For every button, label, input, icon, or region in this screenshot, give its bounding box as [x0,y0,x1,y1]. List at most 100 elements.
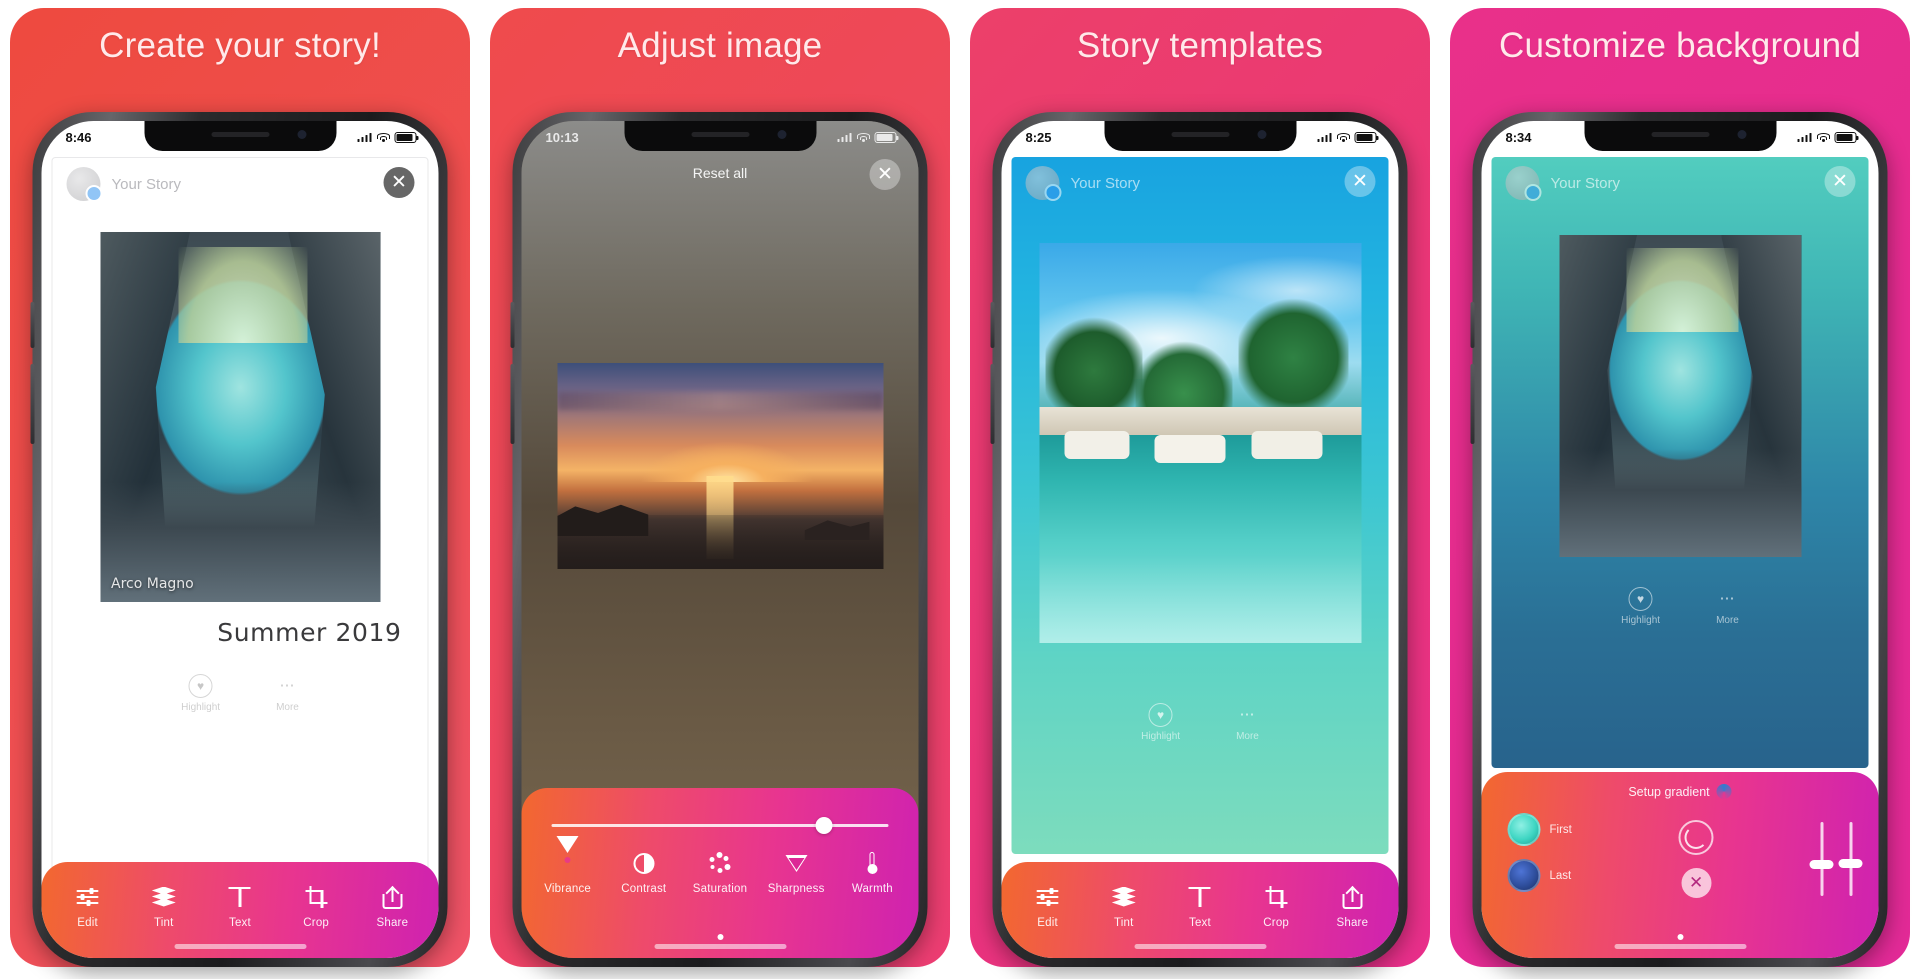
close-icon[interactable]: ✕ [1824,166,1856,197]
toolbar-item-text[interactable]: Text [209,884,271,929]
sliders-icon [76,884,99,910]
close-icon[interactable]: ✕ [1344,166,1376,197]
swatch-last[interactable] [1507,859,1541,892]
panel-title: Customize background [1499,26,1861,65]
toolbar-item-share[interactable]: Share [361,884,423,929]
home-indicator[interactable] [1614,944,1746,949]
vibrance-icon [556,836,579,876]
text-icon [1188,884,1211,910]
crop-icon [305,884,328,910]
notch [144,121,336,151]
more-button[interactable]: ⋯ More [1236,703,1259,742]
screenshot-gallery: Create your story! 8:46 Your Story ✕ Arc… [0,0,1920,979]
highlight-button[interactable]: ♥ Highlight [1141,703,1180,742]
status-time: 10:13 [545,130,579,145]
highlight-label: Highlight [181,702,221,713]
reset-all-button[interactable]: Reset all [522,165,919,181]
toolbar-label: Share [1336,917,1369,929]
battery-icon [874,132,899,143]
toolbar-label: Edit [77,917,98,929]
highlights-row: ♥ Highlight ⋯ More [53,674,428,713]
ellipsis-icon: ⋯ [1719,590,1736,607]
heart-icon: ♥ [1628,587,1653,611]
story-canvas[interactable]: Your Story ✕ ♥ Highlight ⋯ More [1491,157,1869,768]
more-button[interactable]: ⋯ More [1716,587,1739,626]
sliders-icon [1036,884,1059,910]
gradient-setup-panel: Setup gradient First Last ✕ [1481,772,1879,958]
avatar[interactable] [1025,166,1062,201]
adjust-item-saturation[interactable]: Saturation [689,850,751,895]
summer-text[interactable]: Summer 2019 [217,618,401,647]
wifi-icon [376,132,390,143]
heart-icon: ♥ [188,674,213,698]
highlights-row: ♥ Highlight ⋯ More [1492,587,1869,626]
toolbar-item-text[interactable]: Text [1169,884,1231,929]
gradient-slider-1[interactable] [1809,822,1834,896]
adjust-item-warmth[interactable]: Warmth [841,850,903,895]
adjust-slider-thumb[interactable] [815,817,833,834]
adjust-slider-track[interactable] [551,824,889,827]
swatch-first-row[interactable]: First [1507,813,1572,846]
photo-container[interactable] [522,363,919,569]
avatar[interactable] [1505,166,1542,201]
share-icon [382,884,403,910]
swatch-last-row[interactable]: Last [1507,859,1572,892]
toolbar-item-crop[interactable]: Crop [1245,884,1307,929]
swatch-last-label: Last [1549,869,1572,882]
close-circle-icon[interactable]: ✕ [1681,868,1712,898]
home-indicator[interactable] [174,944,306,949]
avatar[interactable] [66,167,103,202]
toolbar-label: Tint [154,917,174,929]
story-canvas[interactable]: Your Story ✕ Arco Magno Summer 2019 ♥ Hi… [51,157,429,898]
gradient-slider-2[interactable] [1838,822,1863,896]
adjust-toolbar: Vibrance Contrast Saturation Sharpness W… [521,788,919,958]
adjust-item-sharpness[interactable]: Sharpness [765,850,827,895]
photo-container[interactable]: Arco Magno [53,232,428,602]
highlights-row: ♥ Highlight ⋯ More [1012,703,1389,742]
story-header: Your Story [53,158,428,210]
photo-container[interactable] [1492,235,1869,557]
panel-title: Create your story! [99,26,381,65]
story-photo[interactable]: Arco Magno [100,232,380,602]
story-canvas[interactable]: Your Story ✕ ♥ Highlight ⋯ More [1011,157,1389,854]
phone-mockup: 8:46 Your Story ✕ Arco Magno Summer 2019… [30,112,448,967]
gradient-badge-icon[interactable] [1716,784,1732,799]
swatch-first[interactable] [1507,813,1541,846]
toolbar-item-tint[interactable]: Tint [133,884,195,929]
toolbar-label: Crop [303,917,330,929]
signal-icon [1797,133,1812,142]
rotate-icon[interactable] [1678,820,1714,855]
highlight-button[interactable]: ♥ Highlight [1621,587,1660,626]
story-photo[interactable] [1559,235,1801,557]
more-label: More [276,702,299,713]
adjust-item-contrast[interactable]: Contrast [613,850,675,895]
wifi-icon [856,132,870,143]
panel-adjust-image: Adjust image 10:13 Reset all ✕ Vibrance … [480,0,960,979]
more-button[interactable]: ⋯ More [276,674,299,713]
photo-caption: Arco Magno [111,576,194,592]
sharpness-icon [785,850,808,876]
signal-icon [1317,133,1332,142]
toolbar-item-edit[interactable]: Edit [1017,884,1079,929]
story-header: Your Story [1492,157,1869,209]
highlight-label: Highlight [1621,615,1661,626]
toolbar-label: Edit [1037,917,1058,929]
page-dot [1677,934,1683,940]
home-indicator[interactable] [654,944,786,949]
panel-title: Story templates [1076,26,1324,65]
photo-container[interactable] [1012,243,1389,643]
battery-icon [394,132,419,143]
toolbar-item-tint[interactable]: Tint [1093,884,1155,929]
toolbar-item-crop[interactable]: Crop [285,884,347,929]
home-indicator[interactable] [1134,944,1266,949]
sunset-photo[interactable] [557,363,883,569]
more-label: More [1236,731,1259,742]
toolbar-item-share[interactable]: Share [1321,884,1383,929]
close-icon[interactable]: ✕ [383,167,415,198]
pool-photo[interactable] [1039,243,1361,643]
toolbar-item-edit[interactable]: Edit [57,884,119,929]
adjust-item-vibrance[interactable]: Vibrance [537,836,599,895]
highlight-button[interactable]: ♥ Highlight [181,674,220,713]
notch [1584,121,1776,151]
phone-mockup: 8:34 Your Story ✕ ♥ Highlight ⋯ More Set… [1470,112,1888,967]
